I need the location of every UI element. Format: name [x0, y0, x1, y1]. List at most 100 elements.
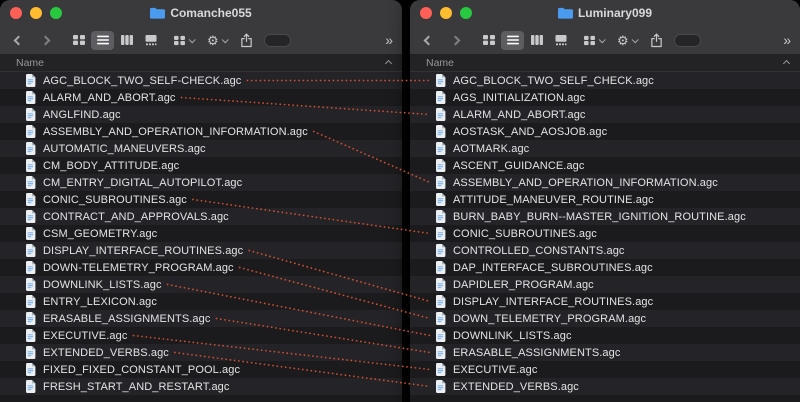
forward-button[interactable]	[450, 32, 464, 48]
file-name: ASCENT_GUIDANCE.agc	[453, 160, 585, 172]
column-view-button[interactable]	[525, 31, 548, 50]
file-row[interactable]: EXECUTIVE.agc	[0, 327, 402, 344]
file-row[interactable]: CSM_GEOMETRY.agc	[0, 225, 402, 242]
file-name: DOWNLINK_LISTS.agc	[43, 279, 162, 291]
file-row[interactable]: ALARM_AND_ABORT.agc	[410, 106, 800, 123]
file-row[interactable]: CM_BODY_ATTITUDE.agc	[0, 157, 402, 174]
file-row[interactable]: AGC_BLOCK_TWO_SELF_CHECK.agc	[410, 72, 800, 89]
traffic-lights	[10, 7, 62, 19]
file-row[interactable]: AOTMARK.agc	[410, 140, 800, 157]
document-icon	[435, 91, 446, 104]
file-name: EXECUTIVE.agc	[43, 330, 127, 342]
file-row[interactable]: CM_ENTRY_DIGITAL_AUTOPILOT.agc	[0, 174, 402, 191]
grid-view-icon	[482, 34, 496, 46]
icon-view-button[interactable]	[67, 31, 90, 50]
column-view-icon	[120, 34, 134, 46]
back-button[interactable]	[10, 32, 24, 48]
column-header-name[interactable]: Name	[410, 55, 800, 72]
gallery-view-button[interactable]	[139, 31, 162, 50]
action-button[interactable]: ⚙	[615, 31, 639, 50]
column-header-name[interactable]: Name	[0, 55, 402, 72]
document-icon	[25, 210, 36, 223]
list-view-button[interactable]	[91, 31, 114, 50]
file-row[interactable]: ASSEMBLY_AND_OPERATION_INFORMATION.agc	[410, 174, 800, 191]
document-icon	[435, 227, 446, 240]
titlebar[interactable]: Luminary099	[410, 0, 800, 26]
view-switcher	[67, 31, 162, 50]
toolbar-overflow-button[interactable]: »	[783, 33, 790, 47]
zoom-button[interactable]	[50, 7, 62, 19]
file-row[interactable]: AUTOMATIC_MANEUVERS.agc	[0, 140, 402, 157]
minimize-button[interactable]	[30, 7, 42, 19]
file-row[interactable]: EXECUTIVE.agc	[410, 361, 800, 378]
group-icon	[583, 35, 596, 46]
list-view-button[interactable]	[501, 31, 524, 50]
tag-button[interactable]	[674, 34, 701, 47]
file-row[interactable]: DISPLAY_INTERFACE_ROUTINES.agc	[0, 242, 402, 259]
file-name: EXECUTIVE.agc	[453, 364, 537, 376]
file-row[interactable]: CONTROLLED_CONSTANTS.agc	[410, 242, 800, 259]
file-row[interactable]: ENTRY_LEXICON.agc	[0, 293, 402, 310]
action-button[interactable]: ⚙	[205, 31, 229, 50]
file-row[interactable]: AGC_BLOCK_TWO_SELF-CHECK.agc	[0, 72, 402, 89]
tag-button[interactable]	[264, 34, 291, 47]
back-button[interactable]	[420, 32, 434, 48]
window-title: Comanche055	[170, 6, 251, 20]
file-row[interactable]: FRESH_START_AND_RESTART.agc	[0, 378, 402, 395]
document-icon	[435, 108, 446, 121]
forward-button[interactable]	[40, 32, 54, 48]
close-button[interactable]	[420, 7, 432, 19]
file-row[interactable]: DAPIDLER_PROGRAM.agc	[410, 276, 800, 293]
file-row[interactable]: BURN_BABY_BURN--MASTER_IGNITION_ROUTINE.…	[410, 208, 800, 225]
file-list: AGC_BLOCK_TWO_SELF-CHECK.agcALARM_AND_AB…	[0, 72, 402, 402]
gear-icon: ⚙	[207, 34, 219, 47]
file-row[interactable]: CONTRACT_AND_APPROVALS.agc	[0, 208, 402, 225]
file-row[interactable]: CONIC_SUBROUTINES.agc	[410, 225, 800, 242]
file-row[interactable]: DOWN_TELEMETRY_PROGRAM.agc	[410, 310, 800, 327]
file-row[interactable]: ASCENT_GUIDANCE.agc	[410, 157, 800, 174]
file-row[interactable]: CONIC_SUBROUTINES.agc	[0, 191, 402, 208]
file-row[interactable]: DOWN-TELEMETRY_PROGRAM.agc	[0, 259, 402, 276]
grid-view-icon	[72, 34, 86, 46]
file-row[interactable]: ALARM_AND_ABORT.agc	[0, 89, 402, 106]
file-row[interactable]: ERASABLE_ASSIGNMENTS.agc	[0, 310, 402, 327]
document-icon	[25, 261, 36, 274]
file-row[interactable]: ANGLFIND.agc	[0, 106, 402, 123]
file-row[interactable]: ASSEMBLY_AND_OPERATION_INFORMATION.agc	[0, 123, 402, 140]
file-row[interactable]: EXTENDED_VERBS.agc	[0, 344, 402, 361]
file-row[interactable]: FIXED_FIXED_CONSTANT_POOL.agc	[0, 361, 402, 378]
document-icon	[435, 74, 446, 87]
icon-view-button[interactable]	[477, 31, 500, 50]
group-icon	[173, 35, 186, 46]
zoom-button[interactable]	[460, 7, 472, 19]
group-button[interactable]	[581, 31, 606, 50]
file-row[interactable]: DAP_INTERFACE_SUBROUTINES.agc	[410, 259, 800, 276]
file-row[interactable]: DISPLAY_INTERFACE_ROUTINES.agc	[410, 293, 800, 310]
file-row[interactable]: AOSTASK_AND_AOSJOB.agc	[410, 123, 800, 140]
gallery-view-button[interactable]	[549, 31, 572, 50]
group-button[interactable]	[171, 31, 196, 50]
file-row[interactable]: DOWNLINK_LISTS.agc	[410, 327, 800, 344]
gallery-view-icon	[144, 34, 158, 46]
column-view-button[interactable]	[115, 31, 138, 50]
file-list: AGC_BLOCK_TWO_SELF_CHECK.agcAGS_INITIALI…	[410, 72, 800, 402]
file-row[interactable]: AGS_INITIALIZATION.agc	[410, 89, 800, 106]
share-icon	[650, 33, 663, 48]
share-button[interactable]	[238, 31, 255, 50]
file-name: ANGLFIND.agc	[43, 109, 121, 121]
titlebar[interactable]: Comanche055	[0, 0, 402, 26]
file-row[interactable]: DOWNLINK_LISTS.agc	[0, 276, 402, 293]
chevron-left-icon	[14, 35, 24, 45]
minimize-button[interactable]	[440, 7, 452, 19]
close-button[interactable]	[10, 7, 22, 19]
file-row[interactable]: ATTITUDE_MANEUVER_ROUTINE.agc	[410, 191, 800, 208]
toolbar-overflow-button[interactable]: »	[385, 33, 392, 47]
file-name: DOWN-TELEMETRY_PROGRAM.agc	[43, 262, 234, 274]
share-button[interactable]	[648, 31, 665, 50]
document-icon	[25, 295, 36, 308]
file-row[interactable]: EXTENDED_VERBS.agc	[410, 378, 800, 395]
file-name: DOWN_TELEMETRY_PROGRAM.agc	[453, 313, 646, 325]
gear-icon: ⚙	[617, 34, 629, 47]
file-name: ATTITUDE_MANEUVER_ROUTINE.agc	[453, 194, 654, 206]
file-row[interactable]: ERASABLE_ASSIGNMENTS.agc	[410, 344, 800, 361]
